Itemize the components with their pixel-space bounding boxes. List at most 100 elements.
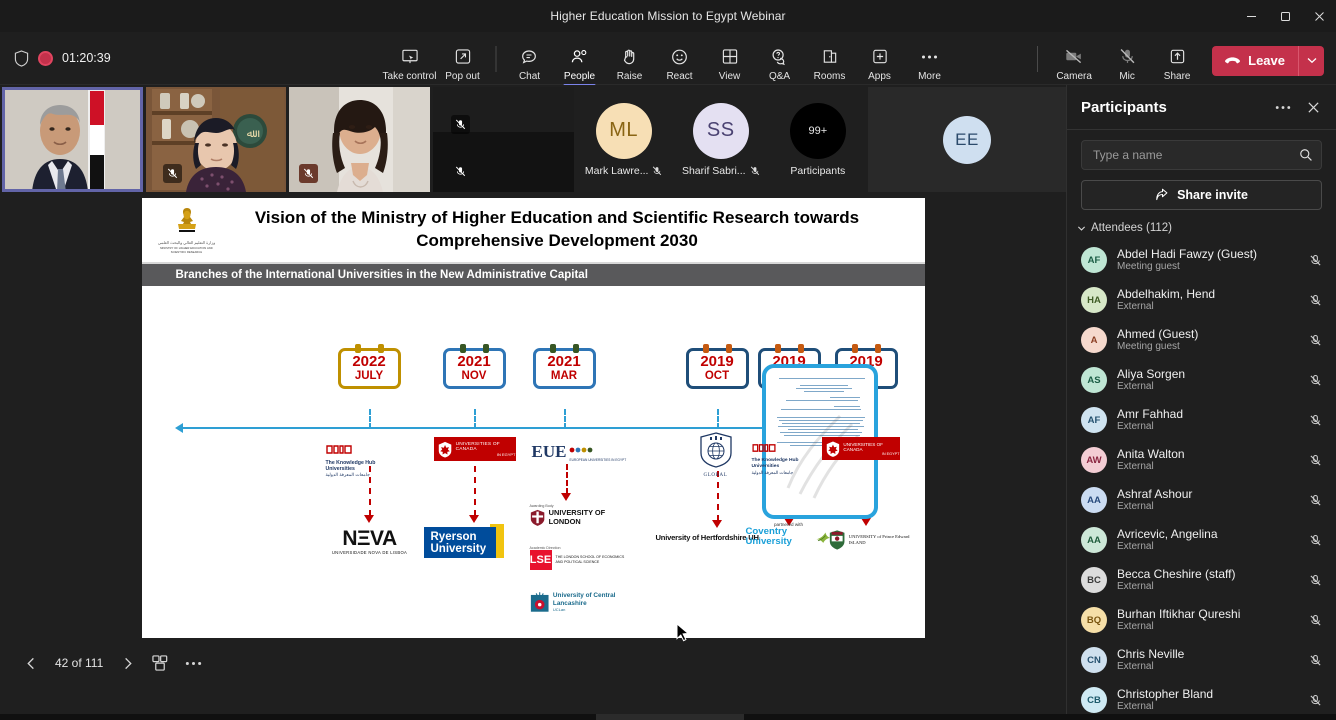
toolbar-raise[interactable]: Raise <box>605 47 655 85</box>
attendee-name: Burhan Iftikhar Qureshi <box>1117 607 1296 621</box>
close-icon[interactable] <box>1302 0 1336 32</box>
slide-navigation: 42 of 111 <box>0 638 208 678</box>
nova-label: NΞVA <box>324 528 416 550</box>
toolbar-view[interactable]: View <box>705 47 755 85</box>
presentation-slide[interactable]: وزارة التعليم العالي والبحث العلمي MINIS… <box>142 198 925 638</box>
mic-off-icon[interactable] <box>1306 534 1324 547</box>
taskbar-sliver <box>0 714 1336 720</box>
avatar-tile-mark-lawrence[interactable]: ML Mark Lawre... <box>577 87 671 192</box>
mic-off-icon[interactable] <box>1306 334 1324 347</box>
mic-off-icon[interactable] <box>1306 254 1324 267</box>
toolbar-react[interactable]: React <box>655 47 705 85</box>
universities-of-canada-logo: UNIVERSITIES OF CANADA IN EGYPT <box>434 437 516 461</box>
mic-off-icon[interactable] <box>1306 374 1324 387</box>
list-item[interactable]: AS Aliya Sorgen External <box>1067 360 1336 400</box>
minimize-icon[interactable] <box>1234 0 1268 32</box>
attendee-name: Christopher Bland <box>1117 687 1296 701</box>
avatar: BC <box>1081 567 1107 593</box>
toolbar-mic[interactable]: Mic <box>1102 47 1152 85</box>
speaker-video-tile-4[interactable] <box>433 87 574 192</box>
participant-search-box[interactable] <box>1081 140 1322 170</box>
leave-button[interactable]: Leave <box>1212 46 1324 76</box>
panel-more-ellipsis-icon[interactable] <box>1270 94 1296 120</box>
list-item[interactable]: AF Amr Fahhad External <box>1067 400 1336 440</box>
toolbar-more[interactable]: More <box>905 47 955 85</box>
mic-off-icon[interactable] <box>1306 414 1324 427</box>
list-item[interactable]: CN Chris Neville External <box>1067 640 1336 680</box>
avatar: AS <box>1081 367 1107 393</box>
canada-sub-label: IN EGYPT <box>456 452 516 457</box>
eue-label: EUE <box>532 443 567 460</box>
avatar-initials: HA <box>1087 295 1101 306</box>
slide-more-ellipsis-icon[interactable] <box>178 648 208 678</box>
taskbar-active-window[interactable] <box>596 714 744 720</box>
mic-off-icon[interactable] <box>1306 494 1324 507</box>
list-item[interactable]: BQ Burhan Iftikhar Qureshi External <box>1067 600 1336 640</box>
mic-off-icon[interactable] <box>1306 654 1324 667</box>
toolbar-divider-2 <box>1037 46 1038 72</box>
list-item[interactable]: AF Abdel Hadi Fawzy (Guest) Meeting gues… <box>1067 240 1336 280</box>
toolbar-camera-label: Camera <box>1056 71 1092 82</box>
coventry-university-logo: partnered with Coventry University <box>746 522 832 547</box>
toolbar-chat-label: Chat <box>519 71 540 82</box>
take-control-icon <box>401 47 418 67</box>
list-item[interactable]: AA Ashraf Ashour External <box>1067 480 1336 520</box>
knowledge-hub-2-label: The Knowledge Hub Universities <box>752 458 822 470</box>
mic-off-icon[interactable] <box>1306 614 1324 627</box>
leave-dropdown-chevron-down-icon[interactable] <box>1298 46 1324 76</box>
slide-next-button[interactable] <box>112 648 142 678</box>
toolbar-view-label: View <box>719 71 741 82</box>
attendee-role: Meeting guest <box>1117 261 1296 273</box>
mic-off-icon[interactable] <box>1306 694 1324 707</box>
slide-prev-button[interactable] <box>16 648 46 678</box>
tile-mute-badge-4b <box>451 162 470 181</box>
university-of-london-logo: Awarding Body UNIVERSITY OF LONDON <box>530 504 630 527</box>
attendees-section-header[interactable]: Attendees (112) <box>1067 222 1336 240</box>
list-item[interactable]: BC Becca Cheshire (staff) External <box>1067 560 1336 600</box>
avatar-tile-sharif-sabri[interactable]: SS Sharif Sabri... <box>674 87 768 192</box>
toolbar-pop-out[interactable]: Pop out <box>438 47 488 85</box>
list-item[interactable]: AA Avricevic, Angelina External <box>1067 520 1336 560</box>
speaker-video-tile-3[interactable] <box>289 87 430 192</box>
avatar-tile-overflow-participants[interactable]: 99+ Participants <box>771 87 865 192</box>
slide-grid-icon[interactable] <box>145 648 175 678</box>
toolbar-take-control[interactable]: Take control <box>382 47 438 85</box>
panel-close-icon[interactable] <box>1300 94 1326 120</box>
mic-off-icon[interactable] <box>1306 574 1324 587</box>
attendee-info: Becca Cheshire (staff) External <box>1117 567 1296 593</box>
toolbar-qa[interactable]: Q&A <box>755 47 805 85</box>
attendee-role: External <box>1117 421 1296 433</box>
timeline-calendar-2021-nov: 2021 NOV <box>443 344 506 389</box>
speaker-video-tile-2[interactable]: ﷲ <box>146 87 287 192</box>
leave-button-label: Leave <box>1248 53 1285 68</box>
toolbar-apps[interactable]: Apps <box>855 47 905 85</box>
restore-icon[interactable] <box>1268 0 1302 32</box>
list-item[interactable]: HA Abdelhakim, Hend External <box>1067 280 1336 320</box>
toolbar-qa-label: Q&A <box>769 71 790 82</box>
page-title: Participants <box>1081 99 1266 116</box>
attendee-list[interactable]: AF Abdel Hadi Fawzy (Guest) Meeting gues… <box>1067 240 1336 720</box>
share-invite-button[interactable]: Share invite <box>1081 180 1322 210</box>
toolbar-pop-out-label: Pop out <box>445 71 479 82</box>
calendar-month: JULY <box>341 370 398 383</box>
mic-off-icon[interactable] <box>1306 294 1324 307</box>
list-item[interactable]: AW Anita Walton External <box>1067 440 1336 480</box>
eue-logo: EUE EUROPEAN UNIVERSITIES IN EGYPT <box>532 440 627 462</box>
search-input[interactable] <box>1093 148 1299 162</box>
toolbar-camera[interactable]: Camera <box>1046 47 1102 85</box>
leave-button-main[interactable]: Leave <box>1212 46 1298 76</box>
knowledge-hub-label-ar: جامعات المعرفة الدولية <box>326 472 404 478</box>
toolbar-chat[interactable]: Chat <box>505 47 555 85</box>
speaker-video-tile-1[interactable] <box>2 87 143 192</box>
meeting-stage: ﷲ <box>0 85 1066 720</box>
avatar-tile-spotlight[interactable]: EE <box>868 87 1066 192</box>
list-item[interactable]: A Ahmed (Guest) Meeting guest <box>1067 320 1336 360</box>
knowledge-hub-2-label-ar: جامعات المعرفة الدولية <box>752 470 822 476</box>
teams-meeting-window: Higher Education Mission to Egypt Webina… <box>0 0 1336 720</box>
toolbar-rooms[interactable]: Rooms <box>805 47 855 85</box>
red-connector-4 <box>717 471 719 521</box>
toolbar-share[interactable]: Share <box>1152 47 1202 85</box>
avatar-initials: AA <box>1087 495 1101 506</box>
toolbar-people[interactable]: People <box>555 47 605 85</box>
mic-off-icon[interactable] <box>1306 454 1324 467</box>
